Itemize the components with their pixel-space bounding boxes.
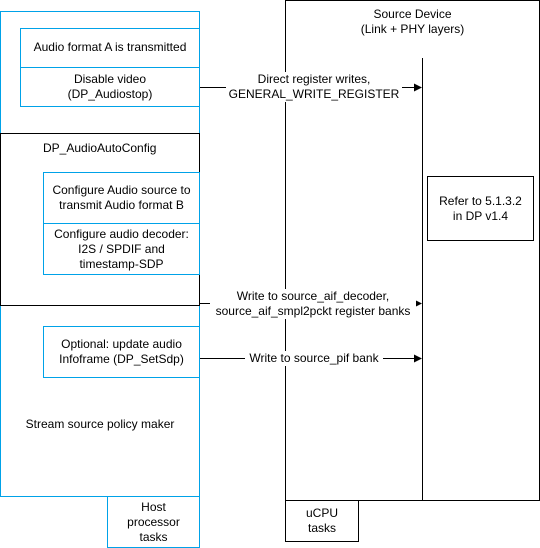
pif-write-label: Write to source_pif bank xyxy=(245,351,383,366)
direct-writes-label: Direct register writes, GENERAL_WRITE_RE… xyxy=(226,72,402,102)
diagram: Source Device (Link + PHY layers) Refer … xyxy=(0,0,540,548)
arrowhead xyxy=(414,83,422,92)
aif-writes-label: Write to source_aif_decoder, source_aif_… xyxy=(210,289,416,319)
arrowhead xyxy=(414,354,422,363)
